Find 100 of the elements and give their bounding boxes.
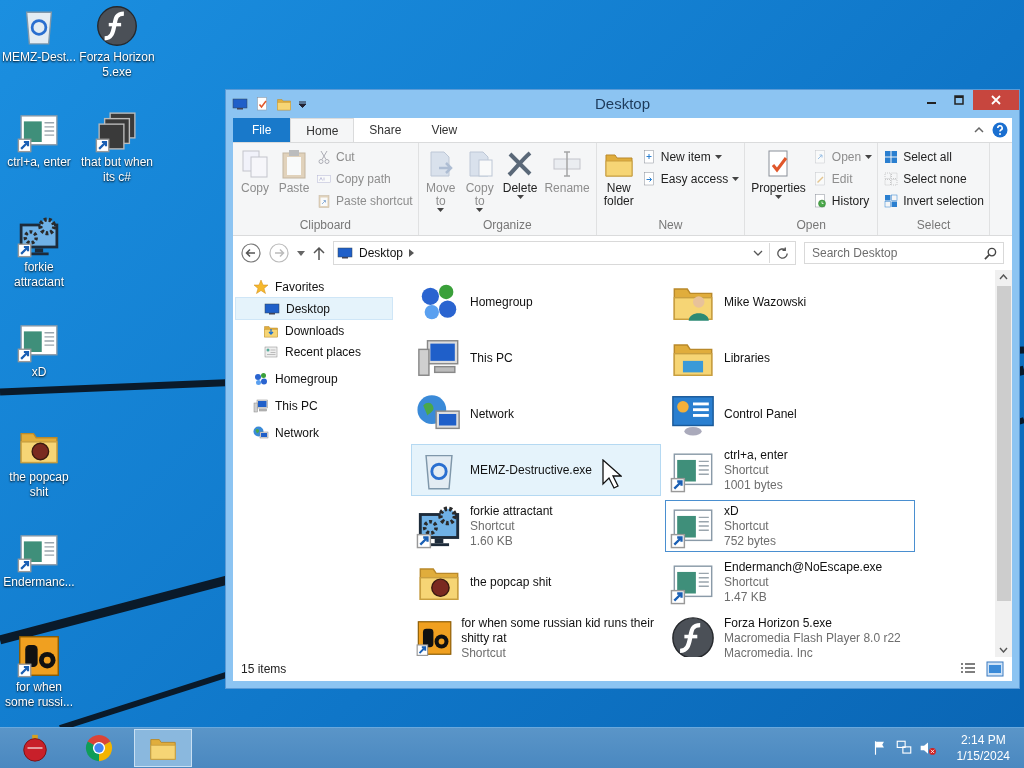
network-icon (894, 739, 913, 757)
file-name: ctrl+a, enter (724, 447, 788, 463)
desktop-icon (337, 245, 353, 261)
file-tile[interactable]: Mike Wazowski (665, 276, 915, 328)
nav-item[interactable]: Favorites (235, 276, 395, 297)
ribbon-tab[interactable]: File (233, 118, 291, 142)
caret-icon[interactable] (298, 100, 307, 108)
ribbon-button[interactable]: Select none (881, 168, 986, 190)
star-icon (253, 278, 269, 295)
close-button[interactable] (973, 90, 1019, 110)
scrollbar[interactable] (995, 270, 1012, 657)
desktop-icon-label[interactable]: MEMZ-Dest... (2, 50, 76, 65)
ribbon-button[interactable]: Select all (881, 146, 986, 168)
file-name: This PC (470, 350, 513, 366)
ribbon-button[interactable]: New item (638, 146, 742, 168)
collapse-ribbon-icon[interactable] (974, 126, 984, 134)
file-tile[interactable]: Network (411, 388, 661, 440)
ornament-icon (20, 733, 50, 763)
check-document-icon (254, 96, 270, 112)
ribbon-button[interactable]: Invert selection (881, 190, 986, 212)
file-detail: 1.47 KB (724, 589, 768, 605)
file-detail: 1001 bytes (724, 477, 784, 493)
file-tile[interactable]: MEMZ-Destructive.exe (411, 444, 661, 496)
mouse-pointer-icon (602, 459, 622, 489)
file-name: Control Panel (724, 406, 797, 422)
search-field[interactable]: Search Desktop (804, 242, 1004, 264)
file-name: the popcap shit (470, 574, 552, 590)
desktop-icon-label[interactable]: the popcap shit (1, 470, 77, 500)
ribbon-button[interactable]: History (809, 190, 875, 212)
desktop-icon-label[interactable]: forkie attractant (1, 260, 77, 290)
round-logo-icon (84, 733, 114, 763)
address-bar[interactable]: Desktop (333, 241, 796, 265)
maximize-icon (954, 95, 964, 105)
nav-item[interactable]: Network (235, 422, 395, 443)
file-name: Homegroup (470, 294, 533, 310)
desktop-icon-label[interactable]: that but when its c# (79, 155, 155, 185)
ribbon-tab[interactable]: View (416, 118, 473, 142)
computer-icon (253, 397, 269, 414)
chevron-down-icon[interactable] (753, 250, 763, 256)
file-detail: Shortcut (724, 462, 770, 478)
clock-date[interactable]: 1/15/2024 (956, 748, 1010, 764)
ribbon-group-label: Select (915, 218, 952, 233)
ribbon-tab[interactable]: Share (354, 118, 417, 142)
scroll-down-icon[interactable] (999, 647, 1008, 653)
file-name: Libraries (724, 350, 771, 366)
file-tile[interactable]: This PC (411, 332, 661, 384)
desktop-icon-label[interactable]: ctrl+a, enter (7, 155, 71, 170)
caret-icon (437, 208, 445, 212)
help-icon[interactable] (992, 122, 1008, 138)
nav-item[interactable]: Homegroup (235, 368, 395, 389)
scroll-thumb[interactable] (996, 286, 1011, 601)
ribbon-button[interactable]: New folder (599, 146, 638, 218)
desktop-icon-label[interactable]: Endermanc... (3, 575, 75, 590)
file-detail: Shortcut (724, 518, 770, 534)
up-arrow-icon[interactable] (313, 246, 325, 260)
inverted-grid-icon (883, 193, 900, 209)
ribbon-button[interactable]: Properties (748, 146, 809, 218)
file-tile[interactable]: ctrl+a, enter Shortcut 1001 bytes (665, 444, 915, 496)
caret-icon[interactable] (297, 250, 305, 256)
file-name: xD (724, 503, 740, 519)
ribbon-group-label: Open (795, 218, 827, 233)
file-tile[interactable]: the popcap shit (411, 556, 661, 608)
nav-item[interactable]: Desktop (235, 297, 393, 320)
file-tile[interactable]: Homegroup (411, 276, 661, 328)
file-name: for when some russian kid runs their shitty rat (461, 615, 655, 646)
desktop-icon-label[interactable]: for when some russi... (1, 680, 77, 710)
documents-icon (239, 148, 271, 180)
desktop-icon-label[interactable]: Forza Horizon 5.exe (79, 50, 155, 80)
file-tile[interactable]: Control Panel (665, 388, 915, 440)
item-count: 15 items (241, 662, 287, 676)
scroll-up-icon[interactable] (999, 274, 1008, 280)
file-tile[interactable]: for when some russian kid runs their shitty rat Shortcut (411, 612, 661, 657)
details-view-icon[interactable] (960, 662, 976, 676)
caret-icon (516, 195, 524, 199)
ribbon-button[interactable]: Delete (499, 146, 541, 218)
file-detail: Shortcut (470, 518, 516, 534)
ribbon-group-label: New (657, 218, 684, 233)
file-tile[interactable]: Endermanch@NoEscape.exe Shortcut 1.47 KB (665, 556, 915, 608)
ribbon-button[interactable]: Easy access (638, 168, 742, 190)
large-icons-view-icon[interactable] (986, 661, 1004, 677)
file-tile[interactable]: Libraries (665, 332, 915, 384)
file-detail: 752 bytes (724, 533, 777, 549)
file-name: MEMZ-Destructive.exe (470, 462, 593, 478)
ribbon-tab[interactable]: Home (290, 118, 355, 142)
minimize-icon (926, 102, 936, 104)
search-icon (984, 247, 997, 260)
file-tile[interactable]: xD Shortcut 752 bytes (665, 500, 915, 552)
back-icon[interactable] (241, 243, 261, 263)
file-tile[interactable]: forkie attractant Shortcut 1.60 KB (411, 500, 661, 552)
caret-icon (476, 208, 484, 212)
nav-item[interactable]: Recent places (235, 341, 395, 362)
desktop-icon-label[interactable]: xD (31, 365, 47, 380)
nav-item[interactable]: Downloads (235, 320, 395, 341)
file-name: Forza Horizon 5.exe (724, 615, 834, 631)
file-name: Mike Wazowski (724, 294, 807, 310)
rename-icon (551, 148, 584, 180)
recent-places-icon (263, 343, 279, 360)
nav-item[interactable]: This PC (235, 395, 395, 416)
refresh-icon[interactable] (776, 246, 789, 260)
caret-icon (774, 195, 782, 199)
